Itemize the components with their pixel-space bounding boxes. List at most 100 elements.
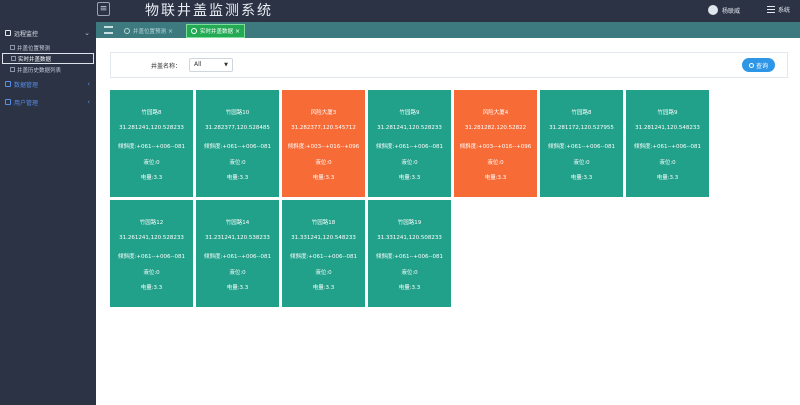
card-tilt: 倾斜度:+061--+006--081 bbox=[633, 144, 701, 150]
app-title: 物联井盖监测系统 bbox=[145, 3, 273, 19]
card-name: 竹园路12 bbox=[139, 220, 164, 226]
card-tilt: 倾斜度:+061--+006--081 bbox=[203, 144, 271, 150]
tab-home[interactable] bbox=[96, 22, 120, 38]
chevron-left-icon: ‹ bbox=[87, 80, 90, 88]
card-coord: 31.281172,120.527955 bbox=[549, 125, 614, 131]
cover-name-select[interactable]: All ▼ bbox=[189, 58, 233, 72]
card-power: 电量:3.3 bbox=[398, 175, 421, 181]
card-power: 电量:3.3 bbox=[140, 285, 163, 291]
card-level: 液位:0 bbox=[229, 160, 246, 166]
card-tilt: 倾斜度:+003--+016--+096 bbox=[287, 144, 360, 150]
sidebar-group-label: 用户管理 bbox=[14, 99, 39, 107]
tab-realtime-data[interactable]: 实时井盖数据 × bbox=[186, 24, 246, 38]
card-name: 风险大厦4 bbox=[482, 110, 509, 116]
query-button[interactable]: 查询 bbox=[742, 58, 775, 72]
card-power: 电量:3.3 bbox=[570, 175, 593, 181]
system-menu[interactable]: 系统 bbox=[766, 5, 790, 14]
sidebar-group-user-management[interactable]: 用户管理 ‹ bbox=[0, 93, 96, 111]
sidebar-group-label: 数据管理 bbox=[14, 81, 39, 89]
card-level: 液位:0 bbox=[401, 160, 418, 166]
tab-bar: 井盖位置预测 × 实时井盖数据 × bbox=[96, 22, 800, 38]
card-power: 电量:3.3 bbox=[226, 285, 249, 291]
close-icon[interactable]: × bbox=[235, 28, 240, 35]
cover-card[interactable]: 风险大厦3 31.282377,120.545712 倾斜度:+003--+016-… bbox=[282, 90, 365, 197]
card-name: 竹园路8 bbox=[571, 110, 592, 116]
cover-card[interactable]: 竹园路19 31.331241,120.508233 倾斜度:+061--+006-… bbox=[368, 200, 451, 307]
card-power: 电量:3.3 bbox=[226, 175, 249, 181]
cover-card[interactable]: 竹园路9 31.281241,120.548233 倾斜度:+061--+006--… bbox=[626, 90, 709, 197]
caret-down-icon: ▼ bbox=[224, 62, 228, 68]
query-label: 查询 bbox=[755, 62, 768, 70]
card-level: 液位:0 bbox=[143, 270, 160, 276]
home-icon bbox=[103, 26, 113, 34]
card-level: 液位:0 bbox=[229, 270, 246, 276]
chevron-left-icon: ‹ bbox=[87, 98, 90, 106]
sidebar: 远程监控 ⌄ 井盖位置预测 实时井盖数据 井盖历史数据列表 数据管理 ‹ 用户管… bbox=[0, 22, 96, 405]
tab-icon bbox=[191, 28, 197, 34]
card-name: 竹园路18 bbox=[311, 220, 336, 226]
card-level: 液位:0 bbox=[401, 270, 418, 276]
data-icon bbox=[5, 81, 11, 87]
card-power: 电量:3.3 bbox=[398, 285, 421, 291]
cover-card[interactable]: 风险大厦4 31.281282,120.52822 倾斜度:+003--+016--… bbox=[454, 90, 537, 197]
card-name: 竹园路10 bbox=[225, 110, 250, 116]
tab-icon bbox=[124, 28, 130, 34]
card-name: 风险大厦3 bbox=[310, 110, 337, 116]
card-coord: 31.331241,120.548233 bbox=[291, 235, 356, 241]
sidebar-item-history-list[interactable]: 井盖历史数据列表 bbox=[0, 64, 96, 75]
page-icon bbox=[11, 56, 16, 61]
main-content: 井盖名称： All ▼ 查询 竹园路8 31.281241,120.528233 倾… bbox=[96, 38, 800, 405]
card-name: 竹园路14 bbox=[225, 220, 250, 226]
card-tilt: 倾斜度:+003--+016--+096 bbox=[459, 144, 532, 150]
page-icon bbox=[10, 67, 15, 72]
card-level: 液位:0 bbox=[315, 270, 332, 276]
system-label: 系统 bbox=[777, 7, 790, 14]
card-name: 竹园路9 bbox=[399, 110, 420, 116]
close-icon[interactable]: × bbox=[168, 28, 173, 35]
card-coord: 31.281241,120.528233 bbox=[377, 125, 442, 131]
sidebar-item-cover-location[interactable]: 井盖位置预测 bbox=[0, 42, 96, 53]
page-icon bbox=[10, 45, 15, 50]
card-coord: 31.231241,120.538233 bbox=[205, 235, 270, 241]
card-level: 液位:0 bbox=[315, 160, 332, 166]
card-power: 电量:3.3 bbox=[140, 175, 163, 181]
card-coord: 31.281241,120.548233 bbox=[635, 125, 700, 131]
cover-card[interactable]: 竹园路14 31.231241,120.538233 倾斜度:+061--+006-… bbox=[196, 200, 279, 307]
card-level: 液位:0 bbox=[143, 160, 160, 166]
avatar-icon bbox=[707, 5, 718, 15]
card-name: 竹园路19 bbox=[397, 220, 422, 226]
card-level: 液位:0 bbox=[573, 160, 590, 166]
cover-card[interactable]: 竹园路10 31.282377,120.528485 倾斜度:+061--+006-… bbox=[196, 90, 279, 197]
sidebar-group-data-management[interactable]: 数据管理 ‹ bbox=[0, 75, 96, 93]
card-power: 电量:3.3 bbox=[656, 175, 679, 181]
cover-card[interactable]: 竹园路9 31.281241,120.528233 倾斜度:+061--+006--… bbox=[368, 90, 451, 197]
cover-card[interactable]: 竹园路18 31.331241,120.548233 倾斜度:+061--+006-… bbox=[282, 200, 365, 307]
sidebar-group-label: 远程监控 bbox=[14, 30, 39, 38]
tab-label: 实时井盖数据 bbox=[200, 29, 234, 35]
sidebar-item-label: 井盖历史数据列表 bbox=[17, 67, 62, 74]
card-coord: 31.331241,120.508233 bbox=[377, 235, 442, 241]
monitor-icon bbox=[5, 30, 11, 36]
menu-toggle-button[interactable]: ≡ bbox=[97, 2, 110, 16]
user-menu[interactable]: 杨联威 bbox=[707, 5, 740, 15]
card-power: 电量:3.3 bbox=[312, 175, 335, 181]
card-coord: 31.282377,120.528485 bbox=[205, 125, 270, 131]
sidebar-group-remote-monitor[interactable]: 远程监控 ⌄ bbox=[0, 24, 96, 42]
filter-bar: 井盖名称： All ▼ 查询 bbox=[110, 52, 788, 78]
sidebar-item-label: 井盖位置预测 bbox=[17, 45, 51, 52]
cover-card[interactable]: 竹园路8 31.281172,120.527955 倾斜度:+061--+006--… bbox=[540, 90, 623, 197]
cover-card[interactable]: 竹园路12 31.261241,120.528233 倾斜度:+061--+006-… bbox=[110, 200, 193, 307]
card-coord: 31.282377,120.545712 bbox=[291, 125, 356, 131]
user-icon bbox=[5, 99, 11, 105]
card-name: 竹园路8 bbox=[141, 110, 162, 116]
card-coord: 31.281241,120.528233 bbox=[119, 125, 184, 131]
tab-label: 井盖位置预测 bbox=[133, 29, 167, 35]
card-tilt: 倾斜度:+061--+006--081 bbox=[547, 144, 615, 150]
sidebar-item-realtime-data[interactable]: 实时井盖数据 bbox=[2, 53, 94, 64]
card-name: 竹园路9 bbox=[657, 110, 678, 116]
card-power: 电量:3.3 bbox=[484, 175, 507, 181]
card-coord: 31.261241,120.528233 bbox=[119, 235, 184, 241]
cover-card[interactable]: 竹园路8 31.281241,120.528233 倾斜度:+061--+006--… bbox=[110, 90, 193, 197]
filter-label: 井盖名称： bbox=[151, 63, 182, 70]
tab-cover-location[interactable]: 井盖位置预测 × bbox=[120, 24, 177, 38]
